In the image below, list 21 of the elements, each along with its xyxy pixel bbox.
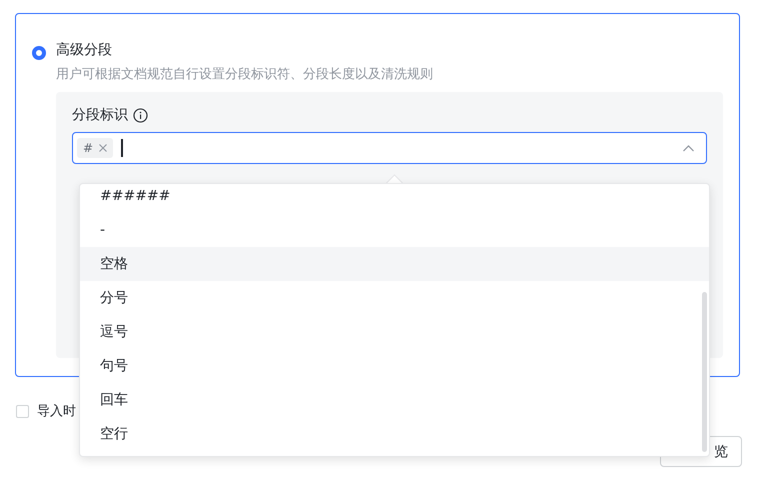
info-icon[interactable] bbox=[133, 108, 148, 122]
dropdown-item[interactable]: 回车 bbox=[80, 383, 709, 417]
close-icon[interactable] bbox=[99, 144, 108, 152]
text-cursor bbox=[121, 139, 124, 157]
option-title: 高级分段 bbox=[56, 41, 113, 60]
dropdown-item[interactable]: ###### bbox=[80, 184, 709, 213]
dropdown-item[interactable]: 逗号 bbox=[80, 315, 709, 349]
dropdown-item[interactable]: - bbox=[80, 213, 709, 247]
caret-icon[interactable] bbox=[683, 144, 694, 152]
dropdown-item[interactable]: 句号 bbox=[80, 349, 709, 383]
field-label: 分段标识 bbox=[72, 106, 128, 124]
tag-text: # bbox=[83, 141, 94, 155]
option-description: 用户可根据文档规范自行设置分段标识符、分段长度以及清洗规则 bbox=[56, 66, 434, 84]
separator-select[interactable]: # bbox=[72, 132, 707, 164]
dropdown-item[interactable]: 空格 bbox=[80, 247, 709, 281]
scrollbar[interactable] bbox=[702, 292, 707, 452]
checkbox-label: 导入时 bbox=[37, 403, 76, 420]
dropdown-item[interactable]: 分号 bbox=[80, 281, 709, 315]
dropdown-item[interactable]: 空行 bbox=[80, 417, 709, 451]
checkbox[interactable] bbox=[16, 404, 29, 418]
radio-button[interactable] bbox=[32, 46, 46, 60]
